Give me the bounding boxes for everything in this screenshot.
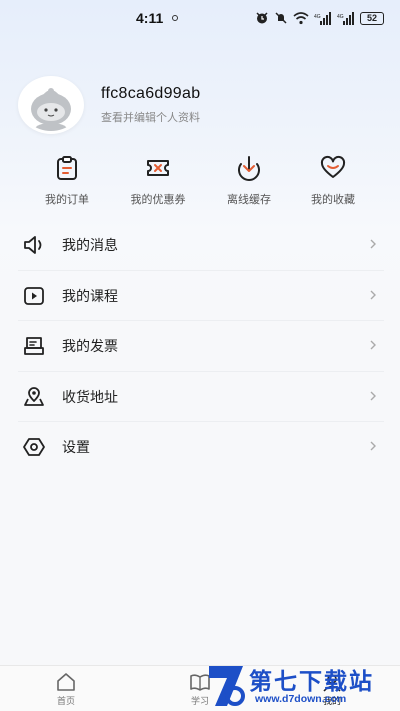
quick-coupons-label: 我的优惠券 [130,193,186,206]
profile-header[interactable]: ffc8ca6d99ab 查看并编辑个人资料 [18,76,388,136]
chevron-right-icon [370,441,376,451]
avatar-mascot-icon [31,88,71,131]
menu-item-settings[interactable]: 设置 [18,422,384,473]
quick-coupons-button[interactable]: 我的优惠券 [113,155,203,207]
mute-icon [275,12,287,24]
avatar[interactable] [18,76,84,134]
tab-home-label: 首页 [56,697,75,707]
edit-profile-link[interactable]: 查看并编辑个人资料 [101,109,200,125]
watermark-title: 第七下载站 [249,669,374,695]
menu-item-courses[interactable]: 我的课程 [18,271,384,321]
menu-item-label: 我的消息 [62,238,118,254]
status-time: 4:11 [136,10,164,26]
home-icon [57,673,75,691]
menu-item-label: 我的发票 [62,339,118,355]
svg-text:4G: 4G [337,14,344,20]
menu-item-label: 我的课程 [62,288,118,305]
chevron-right-icon [370,340,376,350]
quick-favorites-button[interactable]: 我的收藏 [288,155,378,207]
chevron-right-icon [370,290,376,299]
play-icon [24,286,44,305]
status-bar: 4:11 4G 4G 52 [0,0,400,38]
speaker-icon [24,236,42,254]
heart-icon [320,155,346,178]
menu-item-label: 设置 [62,440,90,456]
wifi-icon [293,11,309,24]
download-icon [238,156,260,181]
tab-home[interactable]: 首页 [36,672,96,707]
menu-item-address[interactable]: 收货地址 [18,372,384,422]
menu-item-label: 收货地址 [62,389,118,406]
signal-2-icon: 4G [337,11,354,25]
username: ffc8ca6d99ab [101,85,201,102]
menu-item-invoices[interactable]: 我的发票 [18,321,384,372]
quick-offline-cache-label: 离线缓存 [227,193,271,206]
signal-1-icon: 4G [314,11,331,25]
alarm-icon [256,12,268,24]
quick-favorites-label: 我的收藏 [311,193,355,206]
chevron-right-icon [370,391,376,400]
clipboard-icon [57,156,77,180]
invoice-icon [24,337,44,355]
status-icons: 4G 4G 52 [255,10,384,26]
chevron-right-icon [370,239,376,249]
settings-icon [23,438,45,456]
quick-orders-label: 我的订单 [45,193,89,206]
menu-list: 我的消息 我的课程 我的发票 收货地址 设置 [18,220,384,473]
quick-actions: 我的订单 我的优惠券 离线缓存 我的收藏 [0,155,400,210]
screen: 4:11 4G 4G 52 ffc8ca6d99ab 查看并编辑个人资料 我的订… [0,0,400,711]
status-indicator-icon [172,15,178,21]
coupon-icon [147,160,169,176]
watermark-logo-icon [209,666,245,706]
location-icon [24,386,44,406]
svg-text:4G: 4G [314,14,321,20]
quick-orders-button[interactable]: 我的订单 [22,155,112,207]
menu-item-messages[interactable]: 我的消息 [18,220,384,271]
battery-icon: 52 [360,11,384,25]
watermark: 第七下载站 www.d7down.com [205,660,400,711]
quick-offline-cache-button[interactable]: 离线缓存 [204,155,294,207]
watermark-url: www.d7down.com [255,693,347,705]
